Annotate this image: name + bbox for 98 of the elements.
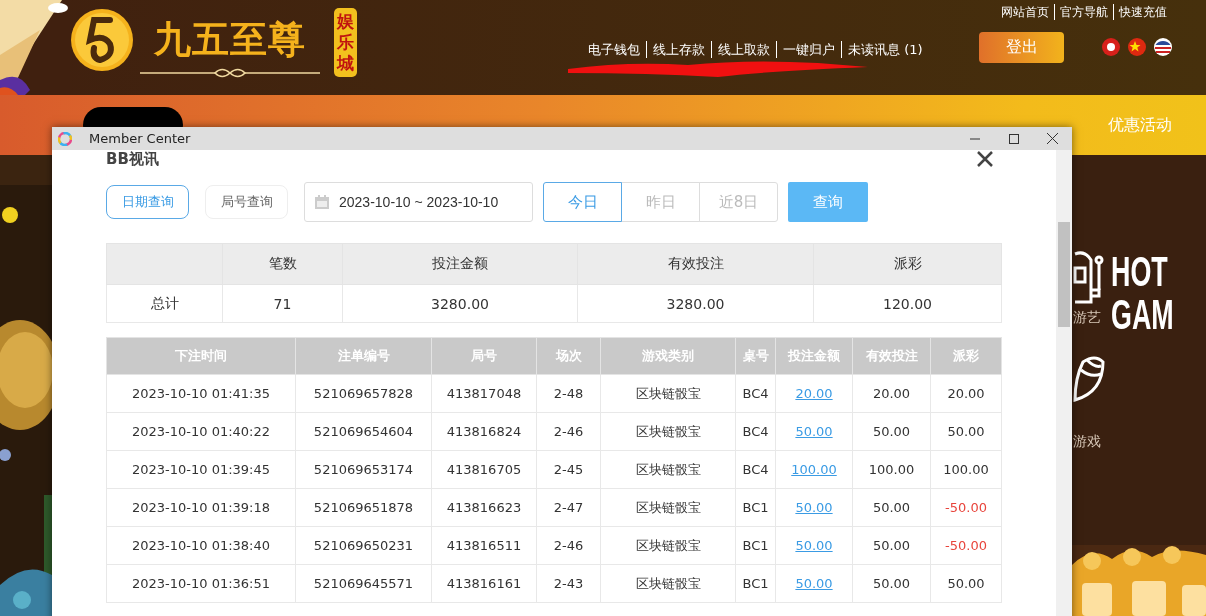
table-cell: 50.00 xyxy=(852,526,931,565)
amount-link[interactable]: 50.00 xyxy=(795,538,833,553)
table-cell: BC4 xyxy=(735,412,776,451)
date-range-field[interactable]: 2023-10-10 ~ 2023-10-10 xyxy=(304,182,533,222)
table-cell: 区块链骰宝 xyxy=(600,450,736,489)
category-label: 游戏 xyxy=(1073,432,1101,450)
table-cell: 50.00 xyxy=(930,564,1002,603)
table-cell: 2-47 xyxy=(536,488,601,527)
quick-range-tab[interactable]: 昨日 xyxy=(621,182,700,222)
table-cell: 2023-10-10 01:39:45 xyxy=(106,450,296,489)
table-cell: 20.00 xyxy=(930,374,1002,413)
amount-link[interactable]: 100.00 xyxy=(791,462,837,477)
account-link[interactable]: 一键归户 xyxy=(776,41,841,58)
table-cell: 413816511 xyxy=(431,526,537,565)
header-link[interactable]: 快速充值 xyxy=(1113,4,1172,20)
table-cell: 3280.00 xyxy=(342,284,578,323)
table-cell: 521069657828 xyxy=(295,374,432,413)
amount-link[interactable]: 50.00 xyxy=(795,576,833,591)
logo-icon xyxy=(70,8,134,72)
quick-range-tab[interactable]: 近8日 xyxy=(699,182,778,222)
table-cell: 区块链骰宝 xyxy=(600,412,736,451)
table-cell: 413816623 xyxy=(431,488,537,527)
table-cell: 521069650231 xyxy=(295,526,432,565)
table-cell: 20.00 xyxy=(852,374,931,413)
table-cell: 2-46 xyxy=(536,526,601,565)
table-cell: 2023-10-10 01:40:22 xyxy=(106,412,296,451)
account-link[interactable]: 线上存款 xyxy=(646,41,711,58)
table-cell: BC1 xyxy=(735,488,776,527)
star-flag-icon xyxy=(1128,38,1146,56)
quick-range-tab[interactable]: 今日 xyxy=(543,182,622,222)
account-link[interactable]: 未读讯息 (1) xyxy=(841,41,929,58)
table-cell: 50.00 xyxy=(852,412,931,451)
category-label: 游艺 xyxy=(1073,308,1101,326)
query-mode-tab[interactable]: 局号查询 xyxy=(205,185,288,219)
table-cell: BC1 xyxy=(735,564,776,603)
table-cell: 521069653174 xyxy=(295,450,432,489)
section-title: BB视讯 xyxy=(106,150,159,169)
table-cell: 2-48 xyxy=(536,374,601,413)
search-button[interactable]: 查询 xyxy=(788,182,868,222)
table-cell: 总计 xyxy=(106,284,223,323)
table-cell: 413816824 xyxy=(431,412,537,451)
amount-link[interactable]: 50.00 xyxy=(795,424,833,439)
column-header: 有效投注 xyxy=(577,243,814,285)
header-link[interactable]: 官方导航 xyxy=(1054,4,1113,20)
account-link[interactable]: 电子钱包 xyxy=(582,41,646,58)
table-cell: 50.00 xyxy=(852,488,931,527)
table-cell: BC1 xyxy=(735,526,776,565)
table-cell: 521069654604 xyxy=(295,412,432,451)
amount-link[interactable]: 20.00 xyxy=(795,386,833,401)
table-cell: 3280.00 xyxy=(577,284,814,323)
column-header: 笔数 xyxy=(222,243,343,285)
table-cell: 521069651878 xyxy=(295,488,432,527)
table-cell: 413816161 xyxy=(431,564,537,603)
close-icon[interactable] xyxy=(977,151,993,167)
promo-headline: GAM xyxy=(1111,293,1174,336)
table-cell: BC4 xyxy=(735,450,776,489)
column-header: 投注金额 xyxy=(342,243,578,285)
brand-name: 九五至尊 xyxy=(154,18,306,60)
maximize-icon xyxy=(1008,133,1019,144)
nav-tab[interactable]: 优惠活动 xyxy=(1104,107,1176,143)
table-cell: 50.00 xyxy=(852,564,931,603)
table-cell: 120.00 xyxy=(813,284,1002,323)
table-cell: BC4 xyxy=(735,374,776,413)
table-cell: 413817048 xyxy=(431,374,537,413)
table-cell: 50.00 xyxy=(930,412,1002,451)
column-header: 派彩 xyxy=(813,243,1002,285)
promo-headline: HOT xyxy=(1111,250,1169,293)
table-cell: 2023-10-10 01:41:35 xyxy=(106,374,296,413)
table-cell: 521069645571 xyxy=(295,564,432,603)
close-icon xyxy=(1047,133,1058,144)
striped-flag-icon xyxy=(1154,38,1172,56)
table-cell: 2023-10-10 01:38:40 xyxy=(106,526,296,565)
table-cell: 100.00 xyxy=(852,450,931,489)
table-cell: 413816705 xyxy=(431,450,537,489)
table-cell: 2023-10-10 01:36:51 xyxy=(106,564,296,603)
table-cell: -50.00 xyxy=(930,526,1002,565)
header-link[interactable]: 网站首页 xyxy=(996,4,1054,20)
logout-button[interactable]: 登出 xyxy=(979,32,1064,63)
calendar-icon xyxy=(314,194,330,210)
account-link[interactable]: 线上取款 xyxy=(711,41,776,58)
table-cell: 区块链骰宝 xyxy=(600,488,736,527)
table-cell: 区块链骰宝 xyxy=(600,526,736,565)
scrollbar-thumb[interactable] xyxy=(1058,222,1070,327)
table-cell: 2-43 xyxy=(536,564,601,603)
brand-badge: 娱乐城 xyxy=(334,8,357,77)
table-cell: 100.00 xyxy=(930,450,1002,489)
amount-link[interactable]: 50.00 xyxy=(795,500,833,515)
table-cell: 2023-10-10 01:39:18 xyxy=(106,488,296,527)
table-cell: 71 xyxy=(222,284,343,323)
query-mode-tab[interactable]: 日期查询 xyxy=(106,185,189,219)
table-cell: 区块链骰宝 xyxy=(600,374,736,413)
table-cell: 2-46 xyxy=(536,412,601,451)
table-cell: -50.00 xyxy=(930,488,1002,527)
table-cell: 2-45 xyxy=(536,450,601,489)
app-icon xyxy=(58,131,72,146)
star-flag-icon xyxy=(1102,38,1120,56)
table-cell: 区块链骰宝 xyxy=(600,564,736,603)
window-title: Member Center xyxy=(89,131,191,146)
